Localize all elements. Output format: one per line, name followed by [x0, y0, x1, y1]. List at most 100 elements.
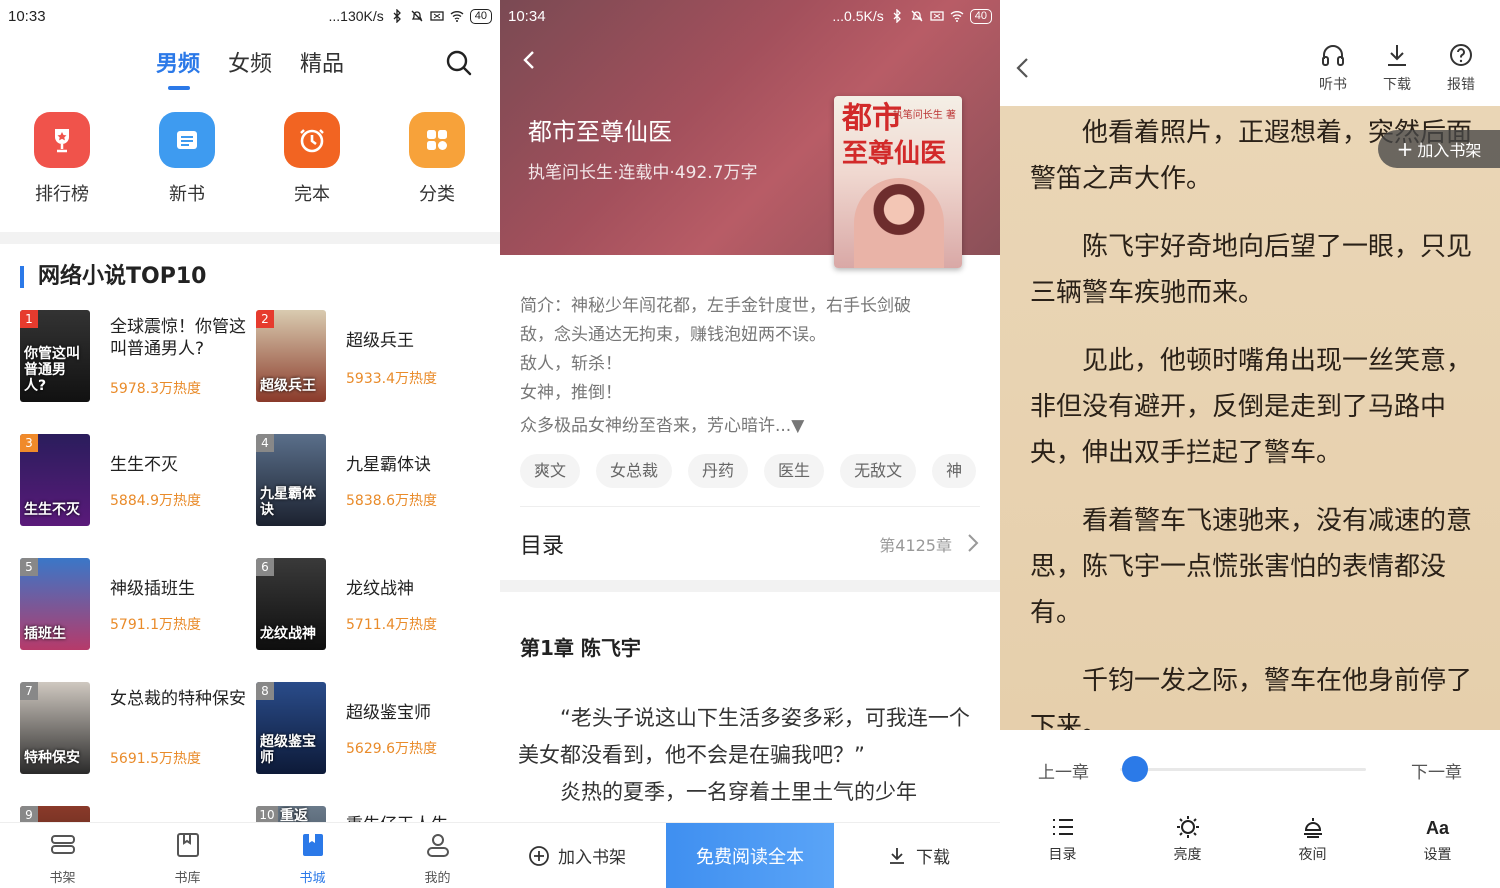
next-chapter-button[interactable]: 下一章 [1411, 758, 1462, 783]
chapter-paragraph: “老头子说这山下生活多姿多彩，可我连一个美女都没看到，他不会是在骗我吧？” [518, 706, 970, 767]
ranking-item[interactable]: 7 特种保安 女总裁的特种保安 5691.5万热度 [20, 682, 260, 782]
download-button[interactable]: 下载 [1372, 42, 1422, 94]
book-heat: 5838.6万热度 [346, 493, 437, 509]
book-cover: 6 龙纹战神 [256, 558, 326, 650]
nav-bookshelf[interactable]: 书架 [0, 823, 125, 888]
status-bar: 10:34 ...0.5K/s 40 [500, 0, 1000, 32]
cover-author: 执笔问长生 著 [892, 110, 956, 121]
ranking-item[interactable]: 4 九星霸体诀 九星霸体诀 5838.6万热度 [256, 434, 496, 534]
book-heat: 5691.5万热度 [110, 751, 201, 767]
rank-badge: 5 [20, 558, 38, 576]
book-cover: 7 特种保安 [20, 682, 90, 774]
intro-line: 女神，推倒！ [520, 383, 622, 403]
night-mode-button[interactable]: 夜间 [1250, 814, 1375, 864]
grid-icon [409, 112, 465, 168]
category-completed[interactable]: 完本 [272, 112, 352, 206]
category-genres[interactable]: 分类 [397, 112, 477, 206]
book-title: 九星霸体诀 [346, 455, 431, 475]
prev-chapter-button[interactable]: 上一章 [1038, 758, 1089, 783]
tag[interactable]: 无敌文 [840, 454, 917, 488]
tag[interactable]: 丹药 [688, 454, 749, 488]
cover-illustration [854, 178, 944, 268]
bookstore-screen: 10:33 ...130K/s 40 男频 女频 精品 排行榜 新书 完本 分类… [0, 0, 500, 888]
settings-label: 设置 [1423, 847, 1452, 863]
reader-toolbar: 目录 亮度 夜间 Aa 设置 [1000, 814, 1500, 864]
tab-male[interactable]: 男频 [156, 46, 200, 78]
chapter-preview: “老头子说这山下生活多姿多彩，可我连一个美女都没看到，他不会是在骗我吧？” 炎热… [518, 700, 984, 811]
active-tab-indicator [168, 86, 190, 90]
sim-icon [430, 11, 444, 21]
settings-button[interactable]: Aa 设置 [1375, 814, 1500, 864]
nav-label: 书架 [49, 871, 76, 886]
book-title: 全球震惊！你管这叫普通男人? [110, 317, 246, 359]
tag[interactable]: 神 [932, 454, 977, 488]
category-ranking[interactable]: 排行榜 [22, 112, 102, 206]
add-to-shelf-label: 加入书架 [1417, 141, 1482, 160]
cover-title-line: 至尊仙医 [842, 139, 947, 169]
nav-profile[interactable]: 我的 [375, 823, 500, 888]
intro-line-expand[interactable]: 众多极品女神纷至沓来，芳心暗许...▼ [520, 412, 980, 441]
nav-bookstore[interactable]: 书城 [250, 823, 375, 888]
nav-library[interactable]: 书库 [125, 823, 250, 888]
ranking-item[interactable]: 1 你管这叫普通男人? 全球震惊！你管这叫普通男人? 5978.3万热度 [20, 310, 260, 410]
action-bar: 加入书架 免费阅读全本 下载 [500, 822, 1000, 888]
wifi-icon [450, 11, 464, 22]
tab-premium[interactable]: 精品 [300, 46, 344, 78]
cover-text: 超级鉴宝师 [260, 734, 316, 766]
bookshelf-icon [50, 835, 75, 854]
ranking-item[interactable]: 5 插班生 神级插班生 5791.1万热度 [20, 558, 260, 658]
book-heat: 5791.1万热度 [110, 617, 201, 633]
reading-page[interactable]: 他看着照片，正遐想着，突然后面警笛之声大作。 陈飞宇好奇地向后望了一眼，只见三辆… [1000, 106, 1500, 730]
tab-female[interactable]: 女频 [228, 46, 272, 78]
book-cover: 5 插班生 [20, 558, 90, 650]
bluetooth-icon [893, 9, 901, 23]
reading-text: 他看着照片，正遐想着，突然后面警笛之声大作。 陈飞宇好奇地向后望了一眼，只见三辆… [1030, 110, 1474, 730]
brightness-label: 亮度 [1173, 847, 1202, 863]
book-intro[interactable]: 简介：神秘少年闯花都，左手金针度世，右手长剑破 敌，念头通达无拘束，赚钱泡妞两不… [520, 292, 980, 441]
download-button[interactable]: 下载 [886, 843, 950, 868]
cover-text: 特种保安 [24, 750, 80, 766]
tag[interactable]: 女总裁 [596, 454, 673, 488]
book-heat: 5629.6万热度 [346, 741, 437, 757]
toc-button[interactable]: 目录 [1000, 814, 1125, 864]
chapter-progress-slider[interactable] [1120, 768, 1366, 771]
battery-indicator: 40 [469, 8, 492, 24]
nav-label: 书城 [299, 871, 326, 886]
slider-thumb[interactable] [1122, 756, 1149, 782]
section-divider [0, 232, 500, 244]
report-error-button[interactable]: 报错 [1436, 42, 1486, 94]
category-new-books[interactable]: 新书 [147, 112, 227, 206]
sim-icon [930, 11, 944, 21]
bottom-navigation: 书架 书库 书城 我的 [0, 822, 500, 888]
ranking-item[interactable]: 2 超级兵王 超级兵王 5933.4万热度 [256, 310, 496, 410]
cover-text: 你管这叫普通男人? [24, 346, 80, 394]
chapter-title: 第1章 陈飞宇 [520, 636, 641, 660]
cover-text: 插班生 [24, 626, 66, 642]
divider [520, 506, 980, 507]
book-detail-screen: 10:34 ...0.5K/s 40 都市至尊仙医 执笔问长生·连载中·492.… [500, 0, 1000, 888]
tag[interactable]: 医生 [764, 454, 825, 488]
back-arrow-icon[interactable] [1014, 54, 1032, 82]
brightness-button[interactable]: 亮度 [1125, 814, 1250, 864]
listen-button[interactable]: 听书 [1308, 42, 1358, 94]
nav-label: 书库 [174, 871, 201, 886]
download-icon [1388, 45, 1406, 66]
back-arrow-icon[interactable] [518, 48, 540, 72]
table-of-contents-row[interactable]: 目录 第4125章 [520, 520, 980, 568]
trophy-icon [34, 112, 90, 168]
help-circle-icon [1450, 44, 1472, 66]
ranking-item[interactable]: 6 龙纹战神 龙纹战神 5711.4万热度 [256, 558, 496, 658]
tag[interactable]: 爽文 [520, 454, 581, 488]
read-free-button[interactable]: 免费阅读全本 [666, 823, 834, 888]
section-divider [500, 580, 1000, 592]
plus-circle-icon [529, 845, 549, 866]
add-to-shelf-button[interactable]: + 加入书架 [1378, 130, 1500, 168]
search-icon[interactable] [444, 48, 474, 78]
library-icon [176, 833, 199, 857]
book-title: 超级兵王 [346, 331, 414, 351]
ranking-item[interactable]: 3 生生不灭 生生不灭 5884.9万热度 [20, 434, 260, 534]
add-to-shelf-button[interactable]: 加入书架 [528, 843, 626, 868]
listen-label: 听书 [1319, 77, 1347, 93]
book-meta: 执笔问长生·连载中·492.7万字 [528, 163, 758, 183]
ranking-item[interactable]: 8 超级鉴宝师 超级鉴宝师 5629.6万热度 [256, 682, 496, 782]
